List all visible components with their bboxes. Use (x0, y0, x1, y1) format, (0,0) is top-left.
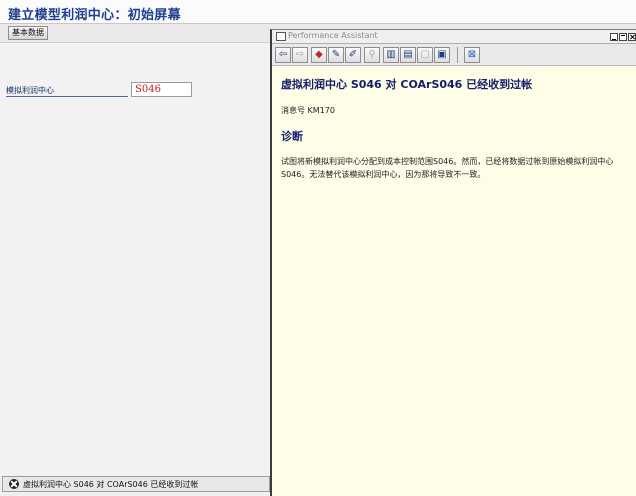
dummy-profit-center-label: 模拟利润中心 (6, 86, 54, 95)
message-number: 消息号 KM170 (281, 106, 335, 115)
diagnosis-heading: 诊断 (281, 130, 303, 143)
performance-assistant-panel: Performance Assistant ⇦ ⇨ ◆ ✎ ✐ ⚲ ▥ ▤ ▢ … (270, 29, 636, 496)
page-title: 建立模型利润中心：初始屏幕 (8, 8, 181, 23)
assistant-header: Performance Assistant (272, 30, 636, 44)
toolbar-separator (457, 47, 458, 63)
title-bar: 建立模型利润中心：初始屏幕 (0, 0, 636, 24)
find-icon[interactable]: ⚲ (364, 47, 380, 63)
note-icon[interactable]: ▢ (417, 47, 433, 63)
sap-screen: 建立模型利润中心：初始屏幕 基本数据 模拟利润中心 S046 虚拟利润中心 S0… (0, 0, 636, 496)
assistant-window-icon (276, 32, 286, 41)
diagnosis-text: 试图将新模拟利润中心分配到成本控制范围S046。然而，已经将数据过帐到原始模拟利… (281, 157, 614, 179)
status-bar[interactable]: 虚拟利润中心 S046 对 COArS046 已经收到过帐 (2, 476, 270, 492)
document-icon[interactable]: ▤ (400, 47, 416, 63)
close-panel-icon[interactable]: ⊠ (464, 47, 480, 63)
forward-icon[interactable]: ⇨ (292, 47, 308, 63)
close-icon[interactable] (628, 33, 636, 41)
edit-icon[interactable]: ✎ (328, 47, 344, 63)
basic-data-button[interactable]: 基本数据 (8, 26, 48, 40)
print-icon[interactable]: ▣ (434, 47, 450, 63)
work-area: 模拟利润中心 S046 (0, 42, 270, 475)
minimize-icon[interactable] (610, 33, 618, 41)
split-view-icon[interactable]: ▥ (383, 47, 399, 63)
field-label-underline (6, 96, 128, 97)
error-icon (9, 479, 19, 489)
assistant-toolbar: ⇦ ⇨ ◆ ✎ ✐ ⚲ ▥ ▤ ▢ ▣ ⊠ (272, 44, 636, 79)
assistant-heading: 虚拟利润中心 S046 对 COArS046 已经收到过帐 (281, 78, 533, 91)
status-message: 虚拟利润中心 S046 对 COArS046 已经收到过帐 (23, 480, 199, 489)
maximize-icon[interactable] (619, 33, 627, 41)
edit-extended-icon[interactable]: ✐ (345, 47, 361, 63)
back-icon[interactable]: ⇦ (275, 47, 291, 63)
assistant-content: 虚拟利润中心 S046 对 COArS046 已经收到过帐 消息号 KM170 … (272, 67, 636, 496)
assistant-title: Performance Assistant (288, 31, 378, 40)
dummy-profit-center-input[interactable]: S046 (131, 82, 192, 97)
book-icon[interactable]: ◆ (311, 47, 327, 63)
